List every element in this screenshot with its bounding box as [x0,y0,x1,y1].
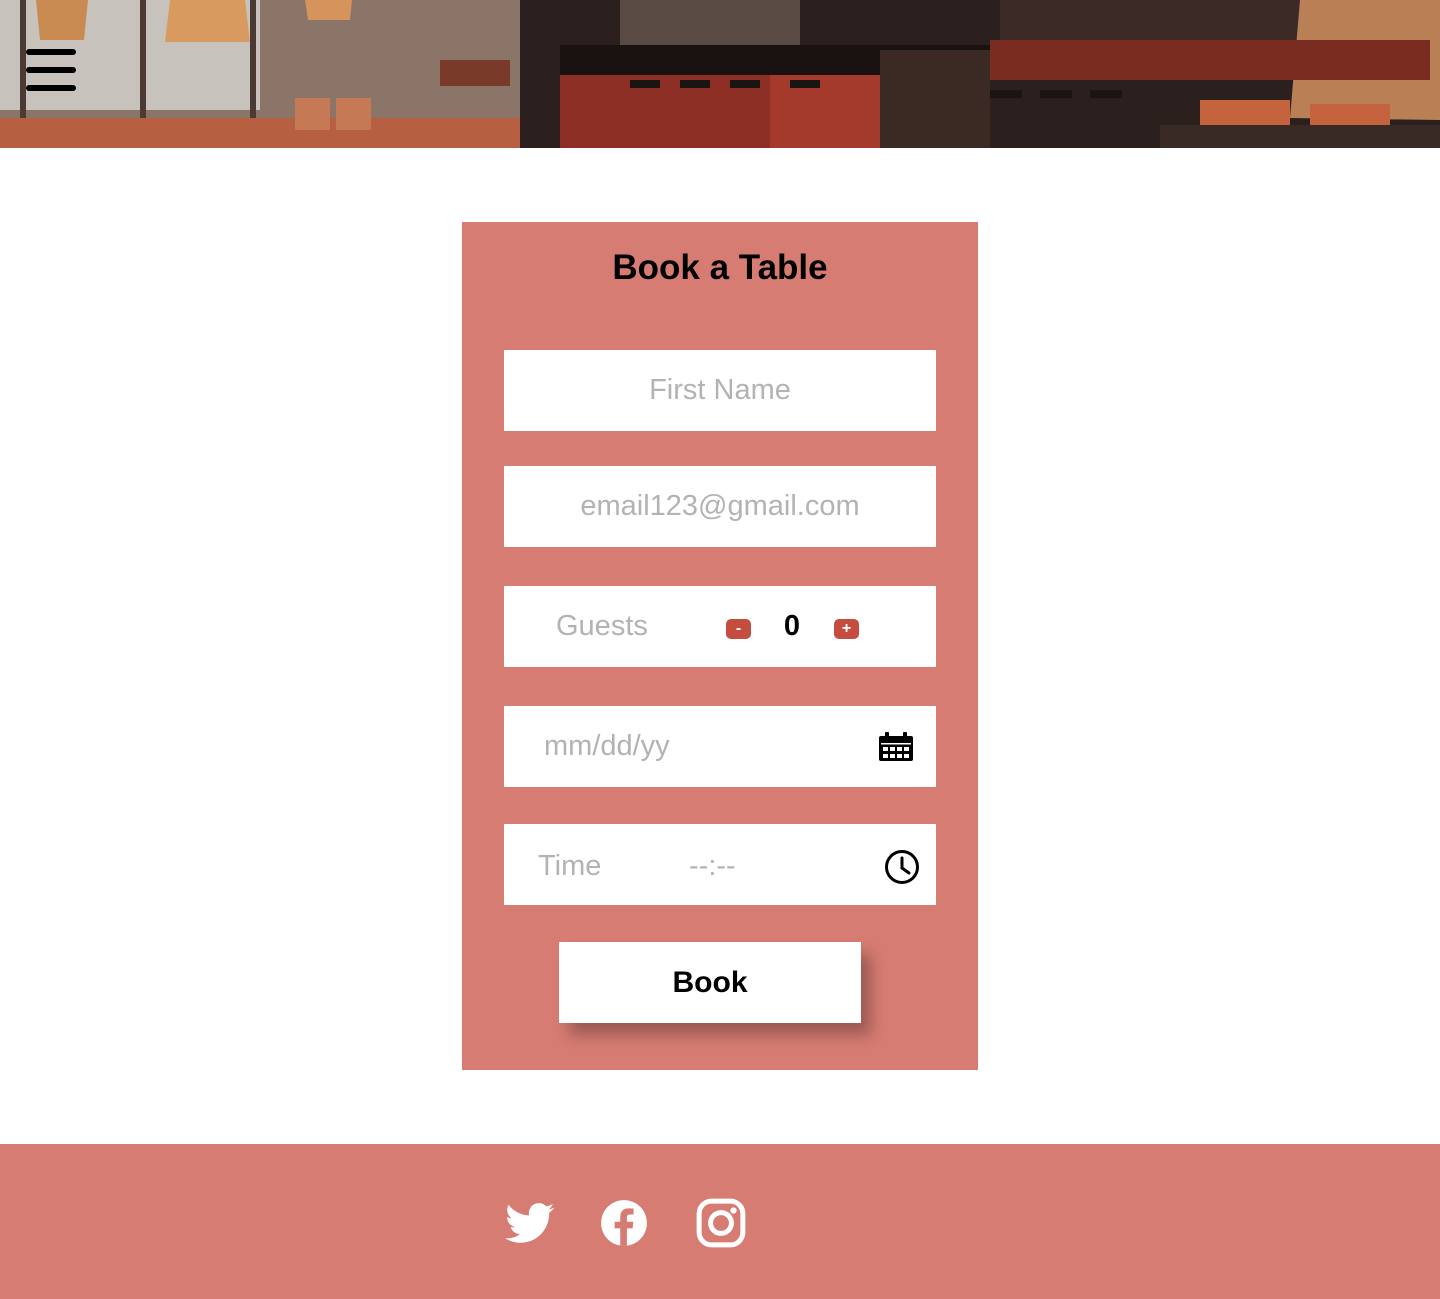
menu-bar [26,85,76,91]
calendar-icon[interactable] [878,732,914,762]
decrement-guests-button[interactable]: - [726,619,751,639]
menu-bar [26,49,76,55]
book-button[interactable]: Book [559,942,861,1023]
booking-title: Book a Table [612,248,828,287]
guests-count: 0 [783,610,801,642]
twitter-icon[interactable] [503,1198,557,1248]
email-field[interactable] [504,466,936,547]
first-name-field[interactable] [504,350,936,431]
first-name-input[interactable] [504,350,936,431]
clock-icon[interactable] [884,850,922,884]
increment-guests-button[interactable]: + [834,619,859,639]
instagram-icon[interactable] [694,1198,748,1248]
guests-label: Guests [556,610,648,642]
menu-bar [26,67,76,73]
email-input[interactable] [504,466,936,547]
hamburger-menu-icon[interactable] [26,49,76,91]
facebook-icon[interactable] [597,1198,651,1248]
restaurant-interior-photo [0,0,1440,148]
date-field[interactable]: mm/dd/yy [504,706,936,787]
guests-field: Guests - 0 + [504,586,936,667]
time-label: Time [538,850,602,882]
hero-banner [0,0,1440,148]
time-value: --:-- [689,850,736,882]
time-field[interactable]: Time --:-- [504,824,936,905]
date-placeholder: mm/dd/yy [544,730,670,762]
